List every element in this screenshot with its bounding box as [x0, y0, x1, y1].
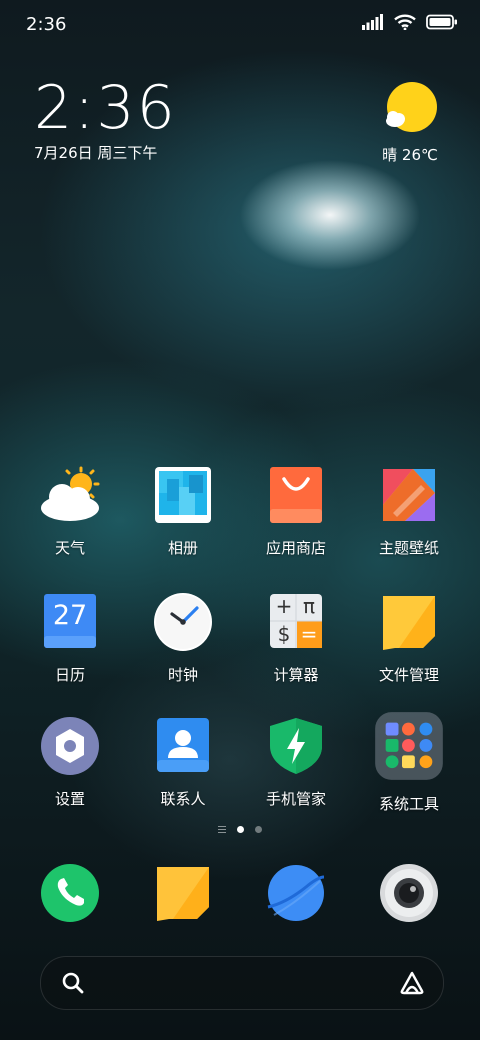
calc-dollar: $ [277, 622, 291, 646]
battery-icon [426, 14, 457, 30]
gallery-icon [155, 467, 211, 523]
menu-lines-icon [218, 826, 226, 833]
clock-widget[interactable]: 2:36 7月26日 周三下午 [34, 76, 177, 163]
file-manager-icon [383, 596, 435, 650]
weather-widget[interactable]: 晴 26℃ [370, 80, 450, 165]
phone-icon [41, 864, 99, 922]
page-indicator [0, 826, 480, 833]
browser-icon [267, 865, 325, 921]
clock-date: 7月26日 周三下午 [34, 144, 158, 162]
app-label: 计算器 [273, 666, 319, 684]
app-label: 日历 [54, 666, 85, 684]
status-bar: 2:36 [0, 0, 480, 50]
status-icons [362, 14, 458, 30]
app-label: 联系人 [160, 790, 206, 808]
app-label: 应用商店 [265, 539, 326, 557]
messages-icon [157, 867, 209, 921]
dock-browser[interactable] [240, 863, 352, 923]
app-label: 相册 [167, 539, 198, 557]
app-clock[interactable]: 时钟 [127, 592, 239, 685]
assistant-icon[interactable] [399, 971, 425, 995]
page-dot-active [237, 826, 244, 833]
calc-pi: π [302, 594, 316, 618]
weather-text: 晴 26℃ [382, 146, 438, 164]
sunny-cloud-icon [386, 82, 437, 132]
app-label: 天气 [54, 539, 85, 557]
settings-icon [41, 717, 99, 775]
app-label: 系统工具 [378, 795, 439, 813]
wifi-icon [394, 14, 416, 30]
app-label: 主题壁纸 [378, 539, 439, 557]
app-security[interactable]: 手机管家 [240, 716, 352, 809]
app-label: 文件管理 [378, 666, 439, 684]
app-label: 时钟 [167, 666, 198, 684]
calc-plus: + [275, 594, 293, 618]
app-label: 设置 [54, 790, 85, 808]
clock-time: 2:36 [34, 73, 177, 143]
app-file-manager[interactable]: 文件管理 [353, 592, 465, 685]
app-gallery[interactable]: 相册 [127, 465, 239, 558]
calculator-icon: + π $ = [266, 592, 326, 652]
page-dot [255, 826, 262, 833]
weather-icon [41, 466, 100, 521]
dock-messages[interactable] [127, 863, 239, 923]
contacts-icon [157, 718, 209, 772]
app-weather[interactable]: 天气 [14, 465, 126, 558]
camera-icon [380, 864, 438, 922]
app-calculator[interactable]: + π $ = 计算器 [240, 592, 352, 685]
app-calendar[interactable]: 27 日历 [14, 592, 126, 685]
system-tools-folder-icon [375, 712, 443, 780]
dock-phone[interactable] [14, 863, 126, 923]
app-app-store[interactable]: 应用商店 [240, 465, 352, 558]
app-settings[interactable]: 设置 [14, 716, 126, 809]
app-store-icon [270, 467, 322, 523]
security-icon [270, 718, 322, 774]
dock-camera[interactable] [353, 863, 465, 923]
status-time: 2:36 [26, 14, 67, 35]
app-themes[interactable]: 主题壁纸 [353, 465, 465, 558]
calc-equals: = [300, 622, 318, 646]
app-label: 手机管家 [265, 790, 326, 808]
app-contacts[interactable]: 联系人 [127, 716, 239, 809]
signal-icon [362, 14, 383, 30]
search-icon [62, 972, 84, 994]
themes-icon [383, 469, 435, 521]
folder-system-tools[interactable]: 系统工具 [353, 712, 465, 814]
calendar-day: 27 [52, 600, 88, 631]
clock-icon [154, 593, 212, 651]
search-bar[interactable] [40, 956, 444, 1010]
calendar-icon: 27 [40, 592, 100, 652]
